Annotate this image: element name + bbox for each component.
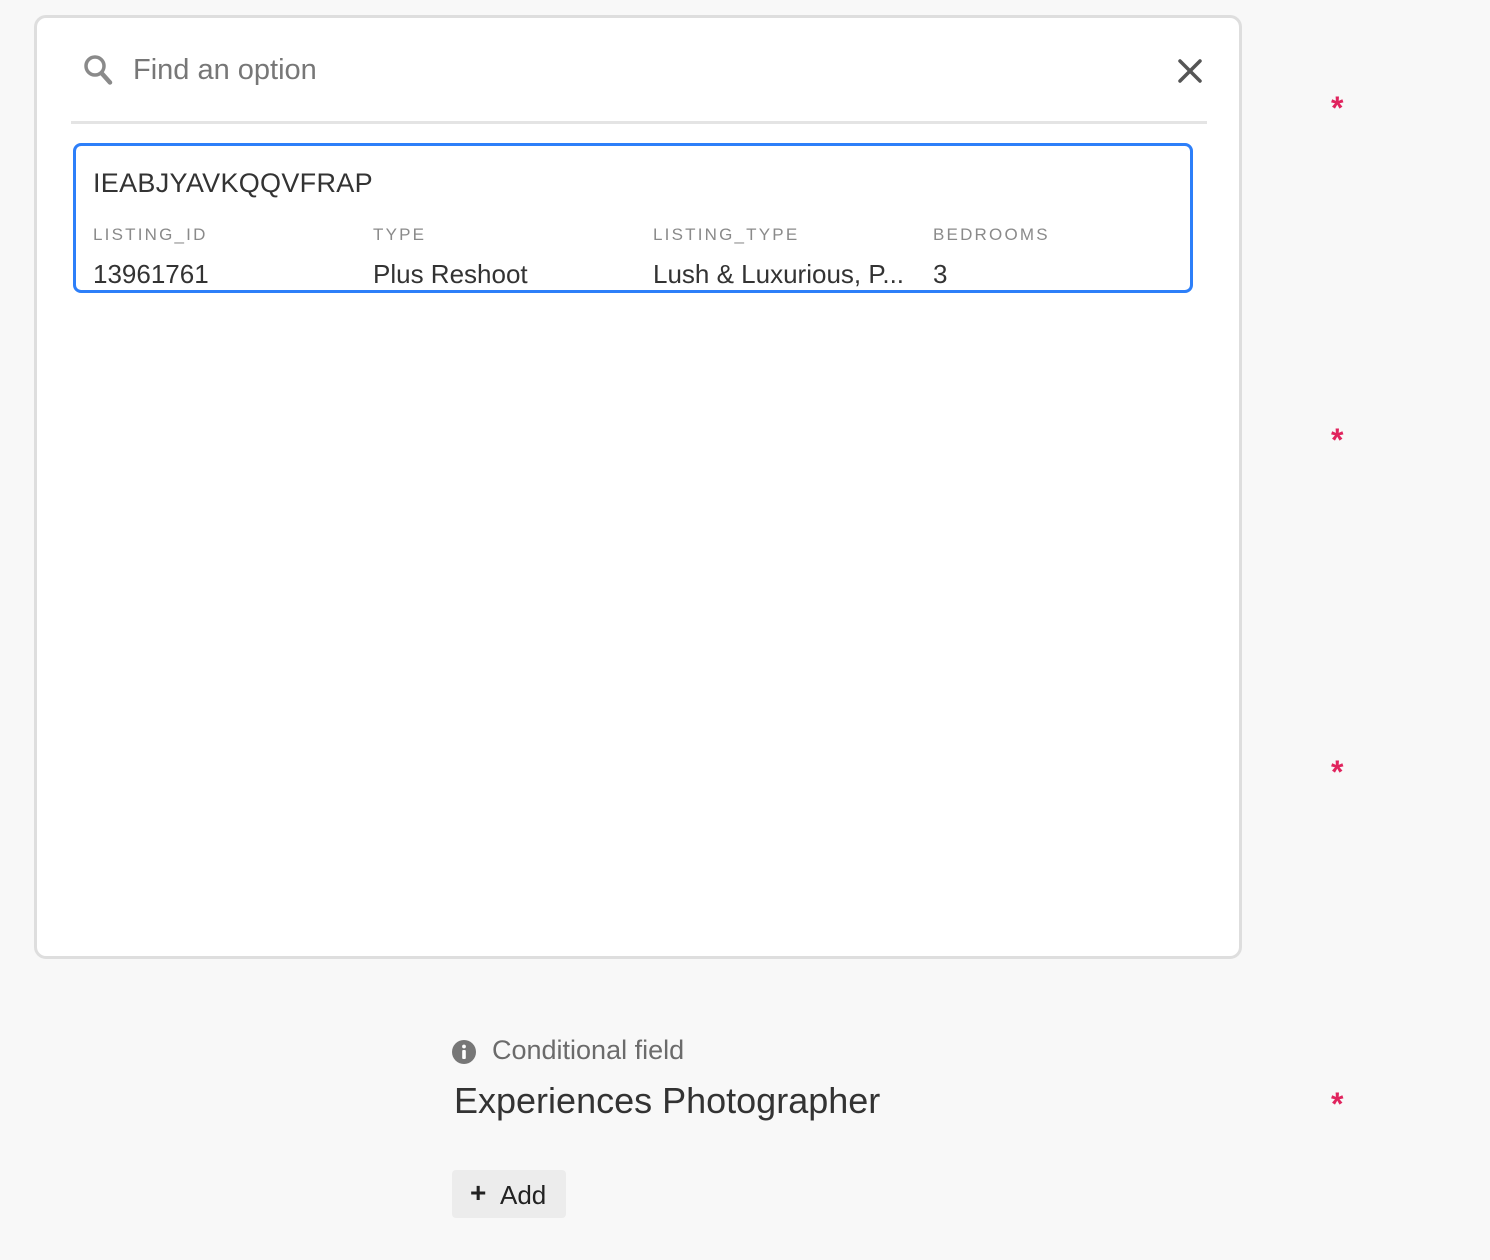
option-title: IEABJYAVKQQVFRAP bbox=[93, 168, 373, 198]
search-input[interactable] bbox=[133, 48, 1133, 92]
field-type: TYPE Plus Reshoot bbox=[373, 224, 643, 290]
required-asterisk: * bbox=[1331, 754, 1344, 790]
field-listing-id: LISTING_ID 13961761 bbox=[93, 224, 363, 290]
field-title: Experiences Photographer bbox=[454, 1080, 881, 1121]
field-value: Lush & Luxurious, P... bbox=[653, 259, 905, 289]
field-value: Plus Reshoot bbox=[373, 259, 528, 289]
field-label: TYPE bbox=[373, 225, 427, 244]
add-button-label: Add bbox=[500, 1180, 547, 1210]
info-icon bbox=[452, 1040, 476, 1064]
search-row bbox=[71, 18, 1207, 124]
plus-icon: + bbox=[470, 1177, 487, 1208]
option-picker-panel: IEABJYAVKQQVFRAP LISTING_ID 13961761 TYP… bbox=[34, 15, 1242, 959]
field-label: LISTING_TYPE bbox=[653, 225, 800, 244]
field-label: BEDROOMS bbox=[933, 225, 1050, 244]
field-value: 13961761 bbox=[93, 259, 209, 289]
field-listing-type: LISTING_TYPE Lush & Luxurious, P... bbox=[653, 224, 923, 290]
required-asterisk: * bbox=[1331, 90, 1344, 126]
search-icon bbox=[84, 55, 113, 85]
close-icon[interactable] bbox=[1177, 58, 1203, 84]
required-asterisk: * bbox=[1331, 422, 1344, 458]
conditional-field-note: Conditional field bbox=[492, 1035, 685, 1065]
field-bedrooms: BEDROOMS 3 bbox=[933, 224, 1203, 290]
field-label: LISTING_ID bbox=[93, 225, 208, 244]
field-value: 3 bbox=[933, 259, 948, 289]
required-asterisk: * bbox=[1331, 1086, 1344, 1122]
add-button[interactable]: + Add bbox=[452, 1170, 566, 1218]
option-item[interactable]: IEABJYAVKQQVFRAP LISTING_ID 13961761 TYP… bbox=[73, 143, 1193, 293]
